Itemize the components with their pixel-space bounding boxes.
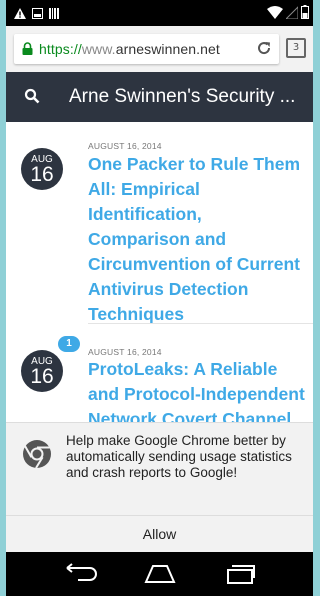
reload-icon[interactable]: [255, 39, 273, 62]
post-date: AUGUST 16, 2014: [88, 347, 162, 357]
allow-button[interactable]: Allow: [6, 516, 313, 553]
chrome-icon: [22, 439, 52, 474]
post-title-link[interactable]: One Packer to Rule Them All: Empirical I…: [88, 152, 308, 327]
recent-apps-icon[interactable]: [224, 562, 256, 591]
device-screen: https://www.arneswinnen.net 3 Arne Swinn…: [6, 0, 313, 596]
url-field[interactable]: https://www.arneswinnen.net: [14, 34, 279, 64]
search-icon[interactable]: [24, 88, 40, 109]
home-icon[interactable]: [143, 562, 177, 591]
lock-icon: [22, 42, 33, 60]
status-bar: [6, 0, 313, 26]
tab-switcher-button[interactable]: 3: [286, 38, 306, 58]
comment-count-badge[interactable]: 1: [58, 336, 80, 352]
infobar-message: Help make Google Chrome better by automa…: [66, 433, 292, 480]
warning-icon: [14, 6, 26, 24]
wifi-icon: [267, 5, 283, 24]
date-badge: AUG 16: [21, 350, 63, 392]
navigation-bar: [6, 552, 313, 596]
barcode-icon: [49, 6, 59, 24]
badge-day: 16: [30, 163, 54, 186]
signal-icon: [284, 5, 299, 24]
site-title[interactable]: Arne Swinnen's Security ...: [69, 86, 295, 108]
badge-day: 16: [30, 365, 54, 388]
url-text: https://www.arneswinnen.net: [39, 41, 220, 57]
notification-icon: [32, 6, 43, 24]
post-list: AUG 16 AUGUST 16, 2014 One Packer to Rul…: [6, 122, 313, 422]
post-divider: [88, 323, 313, 324]
battery-icon: [301, 5, 309, 24]
date-badge: AUG 16: [21, 148, 63, 190]
back-icon[interactable]: [64, 562, 100, 591]
chrome-infobar: Help make Google Chrome better by automa…: [6, 422, 313, 553]
post-title-link[interactable]: ProtoLeaks: A Reliable and Protocol-Inde…: [88, 357, 308, 422]
browser-toolbar: https://www.arneswinnen.net 3: [6, 26, 313, 72]
post-date: AUGUST 16, 2014: [88, 141, 162, 151]
site-header: Arne Swinnen's Security ...: [6, 72, 313, 122]
